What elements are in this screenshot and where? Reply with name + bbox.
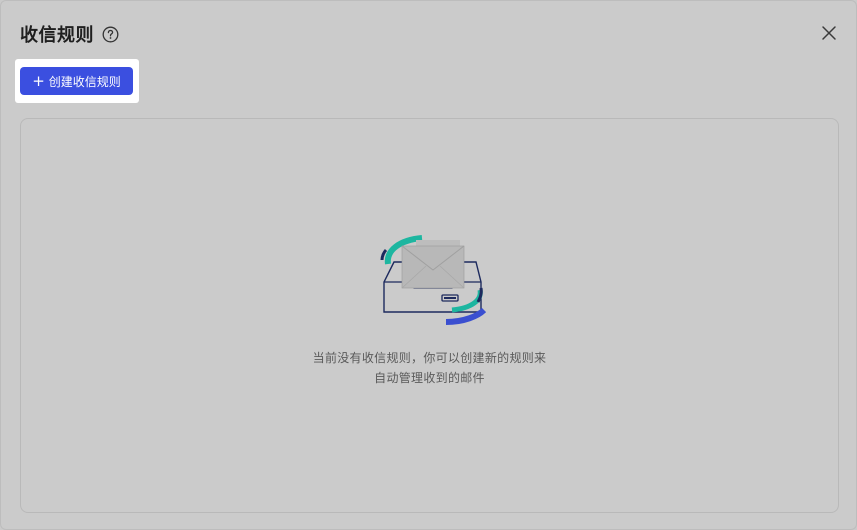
rules-list-area: 当前没有收信规则，你可以创建新的规则来自动管理收到的邮件 (20, 118, 839, 513)
mail-inbox-illustration (380, 232, 487, 332)
rules-dialog: 收信规则 + 创建收信规则 当前没有收信规则，你可以创建新的规则来自动管理收到的… (0, 0, 857, 530)
create-rule-button-label: 创建收信规则 (48, 74, 121, 89)
dialog-title: 收信规则 (20, 25, 94, 46)
dialog-header: 收信规则 (20, 20, 119, 48)
question-circle-icon[interactable] (102, 26, 119, 43)
create-rule-button[interactable]: + 创建收信规则 (20, 67, 133, 95)
close-button[interactable] (819, 23, 839, 43)
close-x-icon (822, 26, 836, 40)
empty-state-text: 当前没有收信规则，你可以创建新的规则来自动管理收到的邮件 (312, 351, 547, 385)
plus-icon: + (32, 71, 45, 90)
